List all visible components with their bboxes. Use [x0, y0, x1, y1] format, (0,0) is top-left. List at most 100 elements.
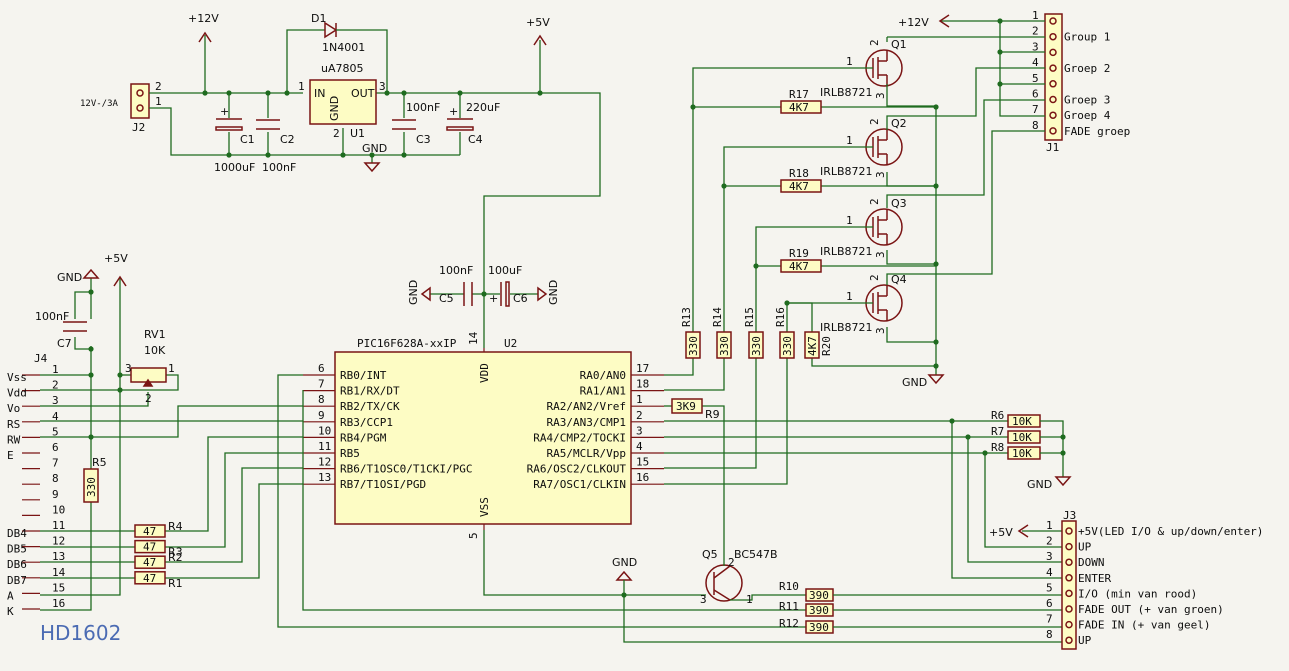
j4-pin-number: 9: [52, 488, 59, 501]
schematic-canvas: 2 1 12V-/3A J2 +12V +5V GND D1 1N4001 IN…: [0, 0, 1289, 671]
rv1-p1: 1: [168, 362, 175, 375]
j3-pin-label: UP: [1078, 634, 1092, 647]
j3-ref: J3: [1063, 509, 1076, 522]
resistor-value: 47: [143, 572, 156, 585]
u1-value: uA7805: [321, 62, 364, 75]
v12-label: +12V: [188, 12, 219, 25]
rv1-value: 10K: [144, 344, 166, 357]
mosfet-value: IRLB8721: [820, 321, 873, 334]
j1-pin-label: Groep 2: [1064, 62, 1110, 75]
resistor-value: 47: [143, 525, 156, 538]
mcu-left-pin-number: 9: [318, 409, 325, 422]
j1-pin-number: 8: [1032, 119, 1039, 132]
j3-pin-number: 2: [1046, 535, 1053, 548]
j3-gnd-label: GND: [612, 556, 637, 569]
mcu-left-pin-name: RB5: [340, 447, 360, 460]
j4-ref: J4: [34, 352, 48, 365]
j3-pin-label: I/O (min van rood): [1078, 587, 1197, 600]
mcu-left-pin-name: RB1/RX/DT: [340, 385, 400, 398]
c2-value: 100nF: [262, 161, 296, 174]
j1-ref: J1: [1046, 141, 1059, 154]
c6-gnd-label: GND: [547, 280, 560, 305]
d1-value: 1N4001: [322, 41, 365, 54]
capacitor-icon: [215, 126, 243, 131]
r9-ref: R9: [705, 408, 720, 421]
mcu-right-pin-number: 4: [636, 440, 643, 453]
wire: [149, 107, 460, 156]
c4-ref: C4: [468, 133, 483, 146]
u1-pin3-num: 3: [379, 80, 386, 93]
mcu-pin-vss: 5: [467, 532, 480, 539]
j3-pin-number: 5: [1046, 581, 1053, 594]
c7-ref: C7: [57, 337, 72, 350]
c5-value: 100nF: [439, 264, 473, 277]
mosfet-pin-s: 3: [874, 251, 887, 258]
j1-pin-number: 7: [1032, 103, 1039, 116]
j1-pin-label: Groep 4: [1064, 109, 1111, 122]
c2-ref: C2: [280, 133, 295, 146]
mcu-left-pin-name: RB3/CCP1: [340, 416, 393, 429]
j1-pin-number: 5: [1032, 72, 1039, 85]
mcu-right-pin-number: 1: [636, 393, 643, 406]
mosfet-pin-s: 3: [874, 171, 887, 178]
fet-gnd-label: GND: [902, 376, 927, 389]
j4-pin-number: 4: [52, 410, 59, 423]
mosfet-pin-g: 1: [846, 290, 853, 303]
wire: [1040, 420, 1064, 477]
wire: [886, 130, 1045, 285]
j4-pin-label: K: [7, 605, 14, 618]
ground-icon: [82, 268, 100, 279]
mosfet-pin-d: 2: [868, 274, 881, 281]
j4-pin-number: 5: [52, 425, 59, 438]
mosfet-pin-d: 2: [868, 118, 881, 125]
lcd-section: 1Vss2Vdd3Vo4RS5RW6E7891011DB412DB513DB61…: [7, 252, 183, 645]
j3-pin-number: 1: [1046, 519, 1053, 532]
j1-pin-label: Groep 3: [1064, 94, 1110, 107]
resistor-ref: R12: [779, 617, 799, 630]
resistor-value: 4K7: [789, 260, 809, 273]
mcu-left-pin-name: RB7/T1OSI/PGD: [340, 478, 426, 491]
mcu-vdd: VDD: [478, 363, 491, 383]
j4-pin-number: 8: [52, 472, 59, 485]
j2-ref: J2: [132, 121, 145, 134]
j3-pins: 1 +5V(LED I/O & up/down/enter) 2 UP 3 DOWN 4 EN…: [1046, 519, 1263, 647]
j4-pin-label: RW: [7, 433, 21, 446]
resistor-ref: R20: [820, 336, 833, 356]
resistor-value: 47: [143, 541, 156, 554]
u1-ref: U1: [350, 127, 365, 140]
resistor-value: 47: [143, 556, 156, 569]
resistor-value: 10K: [1012, 431, 1032, 444]
mcu-right-pin-number: 2: [636, 409, 643, 422]
j4-pin-number: 16: [52, 597, 65, 610]
mosfet-value: IRLB8721: [820, 245, 873, 258]
j4-pin-number: 12: [52, 535, 65, 548]
mcu-u2: PIC16F628A-xxIP U2 VDD VSS 14 5 6RB0/INT…: [303, 331, 664, 539]
mosfet-value: IRLB8721: [820, 86, 873, 99]
j3-connector: [1061, 520, 1077, 650]
j3-pin-number: 6: [1046, 597, 1053, 610]
lcd-data-resistors: 47 R447 R347 R247 R1: [134, 520, 183, 590]
svg-text:+: +: [449, 105, 458, 118]
j4-pin-number: 13: [52, 550, 65, 563]
resistor-ref: R1: [168, 577, 183, 590]
mosfet-pin-d: 2: [868, 198, 881, 205]
svg-text:+: +: [489, 292, 498, 305]
wire: [664, 358, 694, 376]
j4-pin-number: 1: [52, 363, 59, 376]
ground-icon: [420, 286, 431, 302]
u1-pin2-num: 2: [333, 127, 340, 140]
j4-pin-number: 6: [52, 441, 59, 454]
j4-pin-number: 11: [52, 519, 65, 532]
wire: [787, 302, 813, 332]
svg-text:+: +: [220, 105, 229, 118]
wire: [886, 67, 1045, 130]
wire: [702, 405, 725, 556]
capacitor-icon: [446, 126, 474, 131]
mosfet-section: Q1 IRLB8721 1 2 3 Q2 IRLB8721 1 2 3 Q3 IRLB8721 1 2 3 Q…: [680, 9, 1130, 389]
j2-connector: [130, 83, 150, 119]
j1-pin-label: Group 1: [1064, 31, 1110, 44]
c6-value: 100uF: [488, 264, 522, 277]
j1-pin-number: 6: [1032, 88, 1039, 101]
resistor-ref: R18: [789, 167, 809, 180]
mcu-right-pin-number: 16: [636, 471, 649, 484]
